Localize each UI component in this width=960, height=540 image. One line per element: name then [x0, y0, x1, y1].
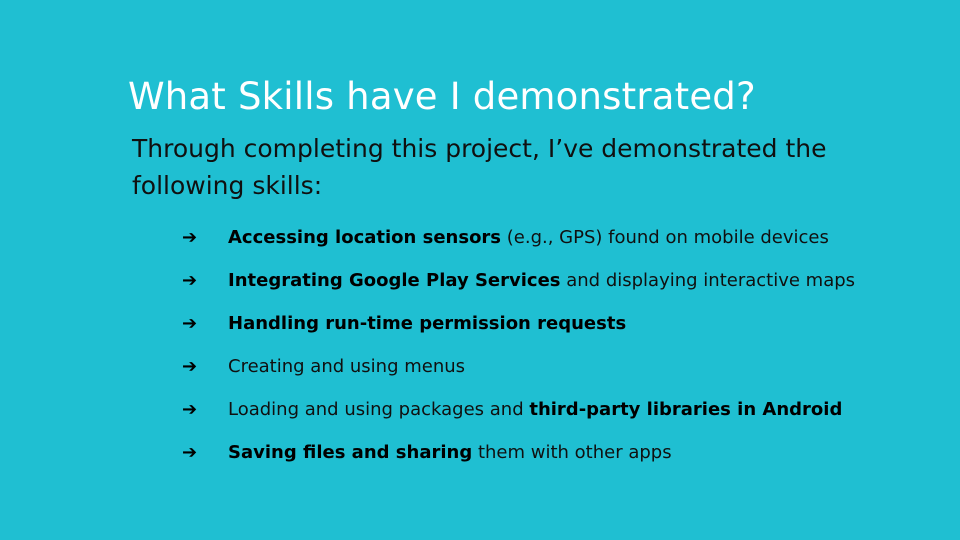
skill-emphasis: Handling run-time permission requests	[228, 312, 627, 334]
right-arrow-icon: ➔	[182, 226, 198, 248]
skill-detail: (e.g., GPS) found on mobile devices	[501, 226, 829, 248]
skill-detail: them with other apps	[472, 441, 672, 463]
skill-emphasis-trailing: third-party libraries in Android	[529, 398, 843, 420]
skill-detail: Loading and using packages and	[228, 398, 530, 420]
right-arrow-icon: ➔	[182, 441, 198, 463]
skill-item-menus: ➔ Creating and using menus	[182, 345, 942, 388]
skill-emphasis: Integrating Google Play Services	[228, 269, 561, 291]
skill-detail: and displaying interactive maps	[560, 269, 856, 291]
skill-item-saving-sharing-files: ➔ Saving files and sharing them with oth…	[182, 431, 942, 474]
right-arrow-icon: ➔	[182, 398, 198, 420]
right-arrow-icon: ➔	[182, 312, 198, 334]
intro-text: Through completing this project, I’ve de…	[132, 134, 827, 200]
skill-item-google-play-services: ➔ Integrating Google Play Services and d…	[182, 259, 942, 302]
skill-item-third-party-libraries: ➔ Loading and using packages and third-p…	[182, 388, 942, 431]
skill-item-location-sensors: ➔ Accessing location sensors (e.g., GPS)…	[182, 216, 942, 259]
skill-text: Saving files and sharing them with other…	[228, 441, 672, 465]
presentation-slide: What Skills have I demonstrated? Through…	[0, 0, 960, 540]
right-arrow-icon: ➔	[182, 355, 198, 377]
skill-text: Accessing location sensors (e.g., GPS) f…	[228, 226, 829, 250]
skill-emphasis: Accessing location sensors	[228, 226, 502, 248]
skill-item-runtime-permissions: ➔ Handling run-time permission requests	[182, 302, 942, 345]
skills-list: ➔ Accessing location sensors (e.g., GPS)…	[182, 216, 942, 474]
right-arrow-icon: ➔	[182, 269, 198, 291]
skill-text: Integrating Google Play Services and dis…	[228, 269, 855, 293]
skill-text: Handling run-time permission requests	[228, 312, 626, 336]
slide-title: What Skills have I demonstrated?	[128, 74, 756, 118]
skill-emphasis: Saving files and sharing	[228, 441, 473, 463]
skill-text: Loading and using packages and third-par…	[228, 398, 842, 422]
skill-text: Creating and using menus	[228, 355, 465, 379]
skill-detail: Creating and using menus	[228, 355, 466, 377]
